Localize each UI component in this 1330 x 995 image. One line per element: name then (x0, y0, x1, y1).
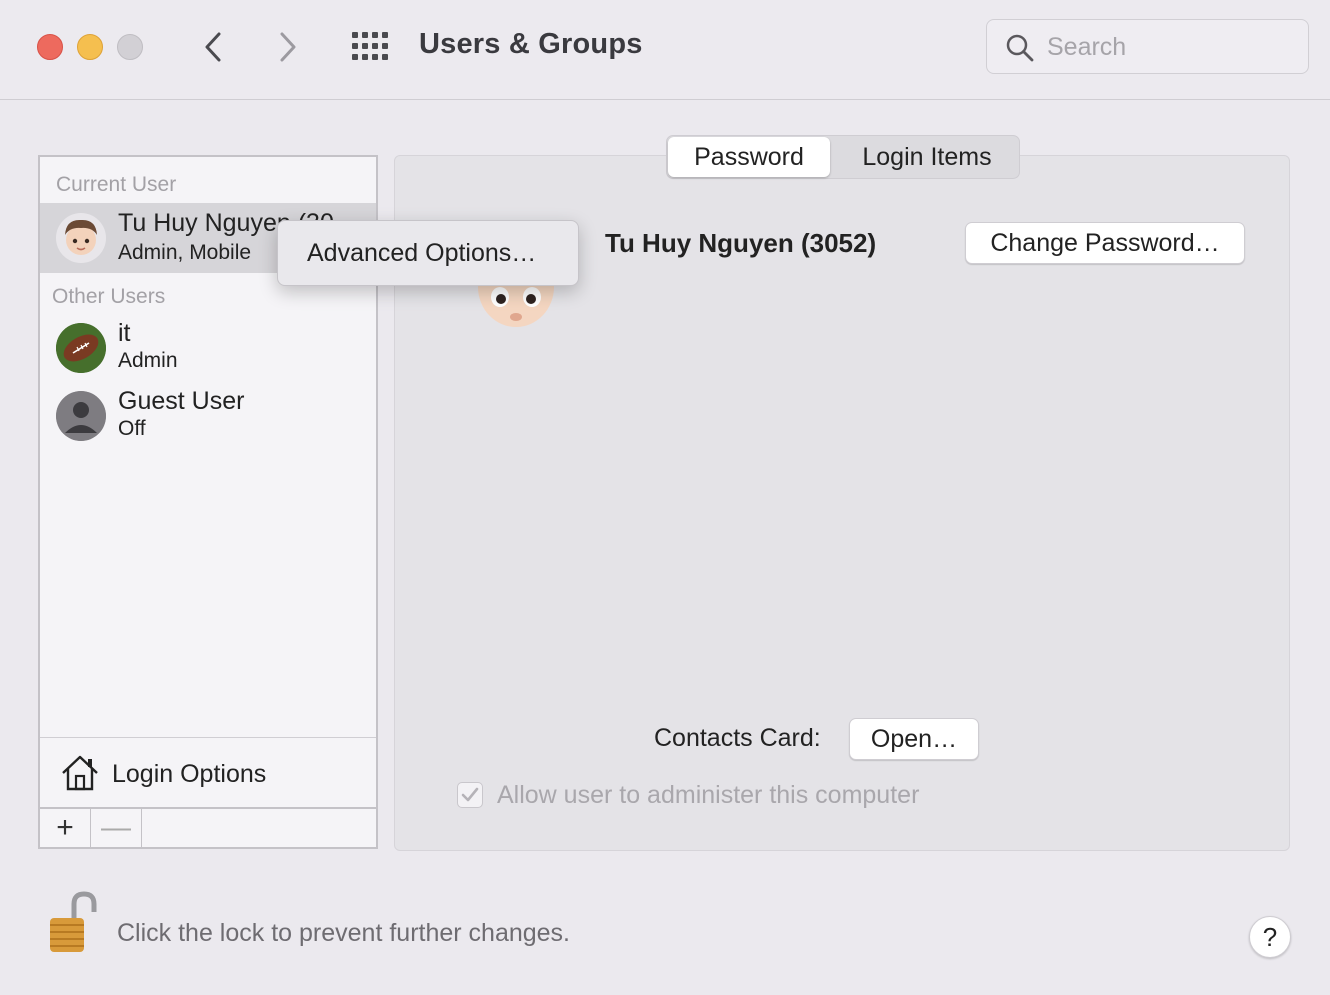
tab-login-items[interactable]: Login Items (837, 137, 1017, 177)
unlocked-padlock-icon (50, 891, 97, 952)
lock-status-text: Click the lock to prevent further change… (117, 919, 571, 947)
forward-button[interactable] (273, 28, 303, 66)
search-icon (1006, 34, 1034, 62)
chevron-right-icon (280, 32, 296, 62)
user-full-name: Tu Huy Nguyen (3052) (605, 228, 877, 258)
back-button[interactable] (198, 28, 228, 66)
tab-password[interactable]: Password (668, 137, 830, 177)
remove-user-button[interactable]: — (91, 809, 142, 847)
allow-admin-checkbox[interactable] (457, 782, 483, 808)
title-bar: Users & Groups (0, 0, 1330, 100)
current-user-section-label: Current User (56, 173, 177, 196)
contacts-card-label: Contacts Card: (654, 724, 821, 752)
lock-button[interactable] (46, 890, 102, 961)
football-avatar (56, 323, 106, 373)
search-field[interactable] (986, 19, 1309, 74)
user-role: Off (118, 417, 146, 440)
search-input[interactable] (1047, 30, 1287, 64)
other-users-section-label: Other Users (52, 285, 166, 308)
tab-bar: Password Login Items (666, 135, 1020, 179)
zoom-window-button[interactable] (117, 34, 143, 60)
context-menu: Advanced Options… (277, 220, 579, 286)
help-button[interactable]: ? (1249, 916, 1291, 958)
user-row-guest[interactable]: Guest User Off (40, 383, 376, 453)
add-user-button[interactable]: + (40, 809, 91, 847)
checkmark-icon (461, 787, 479, 802)
show-all-grid-button[interactable] (350, 32, 390, 62)
list-footer-bar: + — (40, 807, 376, 847)
house-icon (62, 755, 98, 791)
login-options-item[interactable]: Login Options (40, 737, 376, 807)
allow-admin-label: Allow user to administer this computer (497, 781, 920, 809)
memoji-avatar (56, 213, 106, 263)
chevron-left-icon (205, 32, 221, 62)
user-name: it (118, 319, 131, 347)
advanced-options-menu-item[interactable]: Advanced Options… (307, 239, 536, 268)
login-options-label: Login Options (112, 760, 267, 788)
user-role: Admin, Mobile (118, 241, 252, 264)
user-row-it[interactable]: it Admin (40, 315, 376, 385)
user-role: Admin (118, 349, 178, 372)
close-window-button[interactable] (37, 34, 63, 60)
change-password-button[interactable]: Change Password… (965, 222, 1245, 264)
window-title: Users & Groups (419, 28, 643, 60)
user-name: Guest User (118, 387, 245, 415)
minimize-window-button[interactable] (77, 34, 103, 60)
open-contacts-button[interactable]: Open… (849, 718, 979, 760)
generic-person-avatar (56, 391, 106, 441)
